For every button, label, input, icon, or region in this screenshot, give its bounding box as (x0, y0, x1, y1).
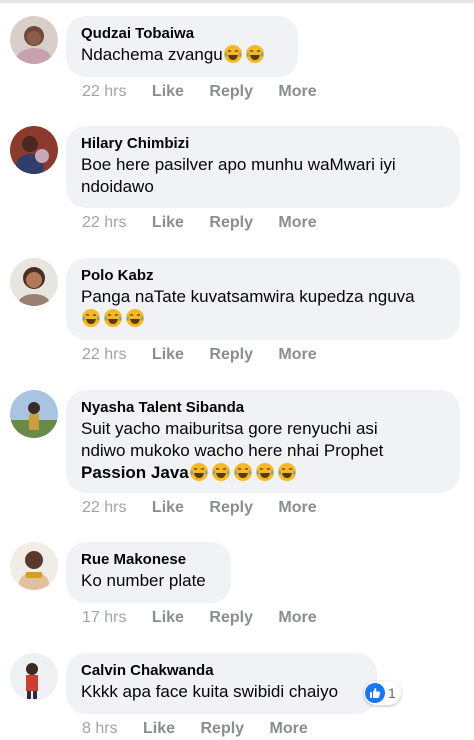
comment-actions: 22 hrs Like Reply More (82, 346, 317, 364)
mention-tag[interactable]: Passion Java (81, 463, 189, 482)
comment-timestamp[interactable]: 22 hrs (82, 83, 126, 101)
comment-text: Panga naTate kuvatsamwira kupedza nguva (81, 286, 445, 330)
like-button[interactable]: Like (152, 83, 184, 101)
more-button[interactable]: More (278, 609, 316, 627)
laugh-cry-emoji-icon (233, 463, 252, 481)
comment-actions: 17 hrs Like Reply More (82, 609, 317, 627)
comment-bubble: Calvin Chakwanda Kkkk apa face kuita swi… (66, 653, 377, 714)
more-button[interactable]: More (278, 214, 316, 232)
comment-author[interactable]: Rue Makonese (81, 550, 216, 570)
comment-bubble: Nyasha Talent Sibanda Suit yacho maiburi… (66, 390, 460, 493)
comment-bubble: Qudzai Tobaiwa Ndachema zvangu (66, 16, 298, 77)
avatar[interactable] (10, 16, 58, 64)
like-button[interactable]: Like (152, 214, 184, 232)
comment-bubble: Hilary Chimbizi Boe here pasilver apo mu… (66, 126, 460, 208)
more-button[interactable]: More (270, 720, 308, 738)
laugh-cry-emoji-icon (189, 463, 208, 481)
avatar[interactable] (10, 126, 58, 174)
reaction-count: 1 (388, 685, 396, 701)
comment-author[interactable]: Calvin Chakwanda (81, 661, 362, 681)
like-button[interactable]: Like (152, 609, 184, 627)
reaction-badge[interactable]: 1 (364, 681, 401, 705)
comment-actions: 22 hrs Like Reply More (82, 83, 317, 101)
avatar[interactable] (10, 390, 58, 438)
comment-text: Suit yacho maiburitsa gore renyuchi asi n… (81, 419, 384, 482)
laugh-cry-emoji-group (81, 309, 147, 328)
comment-text: Kkkk apa face kuita swibidi chaiyo (81, 682, 339, 701)
laugh-cry-emoji-group (189, 463, 299, 482)
comment-timestamp[interactable]: 22 hrs (82, 214, 126, 232)
comment-timestamp[interactable]: 17 hrs (82, 609, 126, 627)
reply-button[interactable]: Reply (209, 214, 253, 232)
comment-timestamp[interactable]: 22 hrs (82, 346, 126, 364)
comment-bubble: Rue Makonese Ko number plate (66, 542, 231, 603)
comment-author[interactable]: Nyasha Talent Sibanda (81, 398, 445, 418)
comment-timestamp[interactable]: 8 hrs (82, 720, 118, 738)
comment-author[interactable]: Qudzai Tobaiwa (81, 24, 283, 44)
reply-button[interactable]: Reply (201, 720, 245, 738)
like-button[interactable]: Like (152, 499, 184, 517)
comment-author[interactable]: Hilary Chimbizi (81, 134, 445, 154)
avatar[interactable] (10, 653, 58, 701)
comment-text: Ko number plate (81, 571, 206, 590)
avatar[interactable] (10, 542, 58, 590)
laugh-cry-emoji-icon (255, 463, 274, 481)
top-divider (0, 0, 474, 3)
comment-author[interactable]: Polo Kabz (81, 266, 445, 286)
more-button[interactable]: More (278, 346, 316, 364)
reply-button[interactable]: Reply (209, 83, 253, 101)
comment-text: Ndachema zvangu (81, 44, 283, 66)
comment-bubble: Polo Kabz Panga naTate kuvatsamwira kupe… (66, 258, 460, 340)
laugh-cry-emoji-icon (211, 463, 230, 481)
laugh-cry-emoji-icon (126, 309, 144, 327)
like-button[interactable]: Like (152, 346, 184, 364)
reply-button[interactable]: Reply (209, 346, 253, 364)
comment-actions: 22 hrs Like Reply More (82, 499, 317, 517)
laugh-cry-emoji-icon (223, 45, 242, 63)
laugh-cry-emoji-icon (82, 309, 100, 327)
laugh-cry-emoji-icon (277, 463, 296, 481)
reply-button[interactable]: Reply (209, 499, 253, 517)
more-button[interactable]: More (278, 83, 316, 101)
laugh-cry-emoji-icon (245, 45, 264, 63)
comment-actions: 8 hrs Like Reply More (82, 720, 308, 738)
more-button[interactable]: More (278, 499, 316, 517)
avatar[interactable] (10, 258, 58, 306)
like-button[interactable]: Like (143, 720, 175, 738)
comment-actions: 22 hrs Like Reply More (82, 214, 317, 232)
laugh-cry-emoji-icon (104, 309, 122, 327)
laugh-cry-emoji-group (223, 45, 267, 64)
thumbs-up-icon (365, 683, 385, 703)
comment-text: Boe here pasilver apo munhu waMwari iyi n… (81, 155, 396, 196)
comment-timestamp[interactable]: 22 hrs (82, 499, 126, 517)
reply-button[interactable]: Reply (209, 609, 253, 627)
